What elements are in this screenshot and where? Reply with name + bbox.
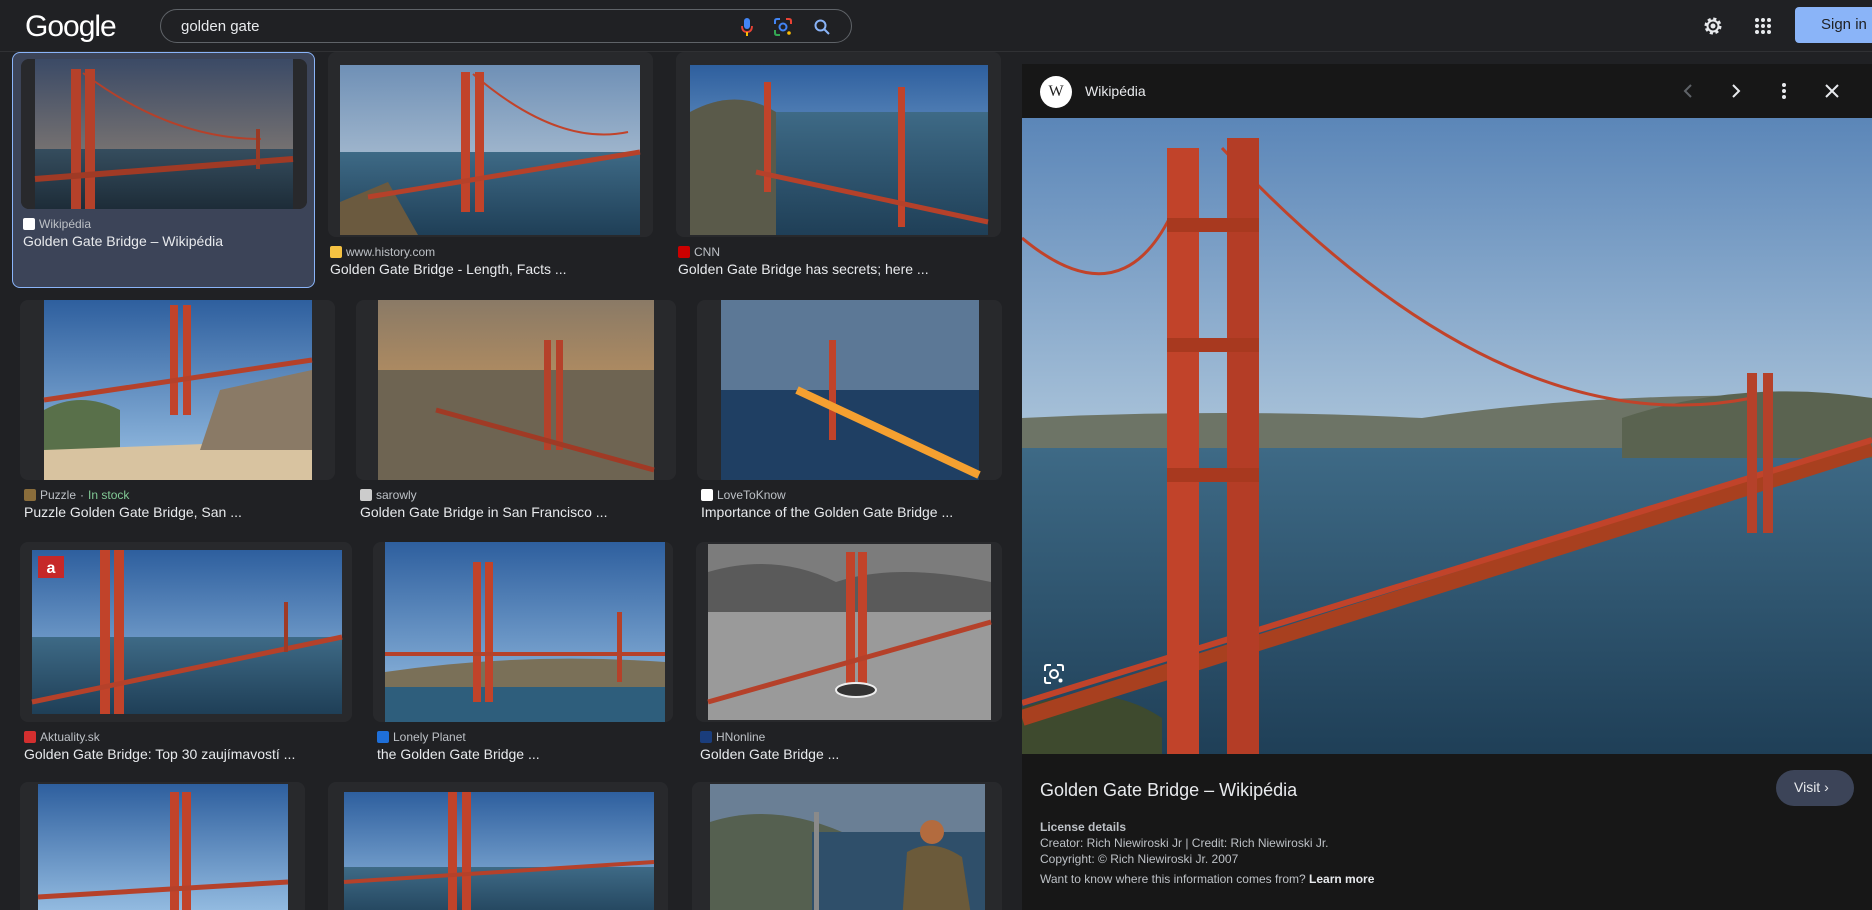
result-thumbnail[interactable]	[676, 52, 1001, 237]
result-source[interactable]: CNN	[678, 245, 720, 259]
preview-site-name[interactable]: Wikipédia	[1085, 83, 1146, 99]
google-lens-icon[interactable]	[772, 16, 794, 38]
stock-status: In stock	[88, 488, 130, 502]
license-heading: License details	[1040, 820, 1127, 834]
apps-grid-icon[interactable]	[1750, 13, 1776, 39]
result-source[interactable]: www.history.com	[330, 245, 435, 259]
preview-image[interactable]	[1022, 118, 1872, 754]
bridge-image	[356, 300, 676, 480]
result-thumbnail[interactable]	[20, 782, 305, 910]
search-input[interactable]: golden gate	[181, 18, 259, 35]
license-copyright: Copyright: © Rich Niewiroski Jr. 2007	[1040, 852, 1239, 866]
result-thumbnail[interactable]	[697, 300, 1002, 480]
result-title[interactable]: Puzzle Golden Gate Bridge, San ...	[24, 504, 242, 520]
bridge-image	[20, 300, 335, 480]
bridge-image	[697, 300, 1002, 480]
image-result-card[interactable]: Lonely Planet the Golden Gate Bridge ...	[373, 542, 673, 774]
result-source[interactable]: sarowly	[360, 488, 417, 502]
lovetoknow-favicon-icon	[701, 489, 713, 501]
result-thumbnail[interactable]: a	[20, 542, 352, 722]
image-results-grid: Wikipédia Golden Gate Bridge – Wikipédia…	[0, 52, 1010, 910]
chevron-right-icon: ›	[1824, 779, 1829, 795]
visit-button[interactable]: Visit ›	[1776, 770, 1854, 806]
result-thumbnail[interactable]	[696, 542, 1002, 722]
sign-in-button[interactable]: Sign in	[1795, 7, 1872, 43]
chevron-right-icon[interactable]	[1724, 79, 1748, 103]
sarowly-favicon-icon	[360, 489, 372, 501]
more-vert-icon[interactable]	[1772, 79, 1796, 103]
header: Google golden gate Sign in	[0, 0, 1872, 52]
result-thumbnail[interactable]	[328, 782, 668, 910]
result-title[interactable]: Importance of the Golden Gate Bridge ...	[701, 504, 953, 520]
result-source[interactable]: Wikipédia	[23, 217, 91, 231]
preview-title[interactable]: Golden Gate Bridge – Wikipédia	[1040, 780, 1297, 801]
preview-header: W Wikipédia	[1022, 64, 1872, 118]
result-title[interactable]: Golden Gate Bridge ...	[700, 746, 839, 762]
image-result-card[interactable]: CNN Golden Gate Bridge has secrets; here…	[676, 52, 1001, 288]
result-thumbnail[interactable]	[21, 59, 307, 209]
image-preview-panel: W Wikipédia Golden Gate Bridge – Wikipéd…	[1022, 64, 1872, 910]
lens-icon[interactable]	[1040, 660, 1068, 688]
image-result-card[interactable]: HNonline Golden Gate Bridge ...	[696, 542, 1002, 774]
hnonline-favicon-icon	[700, 731, 712, 743]
image-result-card[interactable]	[692, 782, 1002, 910]
image-result-card[interactable]: Puzzle · In stock Puzzle Golden Gate Bridg…	[20, 300, 335, 532]
bridge-image	[328, 782, 668, 910]
image-result-card[interactable]: www.history.com Golden Gate Bridge - Len…	[328, 52, 653, 288]
cnn-favicon-icon	[678, 246, 690, 258]
image-result-card[interactable]: Wikipédia Golden Gate Bridge – Wikipédia	[12, 52, 315, 288]
license-creator: Creator: Rich Niewiroski Jr | Credit: Ri…	[1040, 836, 1329, 850]
bridge-image: a	[20, 542, 352, 722]
bridge-image	[1022, 118, 1872, 754]
wikipedia-logo-icon: W	[1040, 76, 1072, 108]
result-source[interactable]: Lonely Planet	[377, 730, 466, 744]
bridge-image	[373, 542, 673, 722]
bridge-image	[21, 59, 307, 209]
result-title[interactable]: Golden Gate Bridge in San Francisco ...	[360, 504, 607, 520]
license-info: Want to know where this information come…	[1040, 872, 1375, 886]
learn-more-link[interactable]: Learn more	[1309, 872, 1374, 886]
result-thumbnail[interactable]	[328, 52, 653, 237]
search-box[interactable]: golden gate	[160, 9, 852, 43]
result-source[interactable]: Aktuality.sk	[24, 730, 100, 744]
result-title[interactable]: Golden Gate Bridge - Length, Facts ...	[330, 261, 567, 277]
bridge-image	[20, 782, 305, 910]
chevron-left-icon[interactable]	[1676, 79, 1700, 103]
wikipedia-favicon-icon	[23, 218, 35, 230]
result-title[interactable]: Golden Gate Bridge has secrets; here ...	[678, 261, 929, 277]
result-thumbnail[interactable]	[373, 542, 673, 722]
settings-gear-icon[interactable]	[1700, 13, 1726, 39]
image-result-card[interactable]	[20, 782, 305, 910]
result-title[interactable]: Golden Gate Bridge – Wikipédia	[23, 233, 223, 249]
close-icon[interactable]	[1820, 79, 1844, 103]
svg-text:a: a	[47, 560, 56, 577]
bridge-image	[676, 52, 1001, 237]
image-result-card[interactable]: a Aktuality.sk Golden Gate Bridge: Top 3…	[20, 542, 352, 774]
result-title[interactable]: the Golden Gate Bridge ...	[377, 746, 540, 762]
image-result-card[interactable]	[328, 782, 668, 910]
search-icon[interactable]	[811, 16, 833, 38]
image-result-card[interactable]: sarowly Golden Gate Bridge in San Franci…	[356, 300, 676, 532]
bridge-image	[328, 52, 653, 237]
mic-icon[interactable]	[736, 16, 758, 38]
result-title[interactable]: Golden Gate Bridge: Top 30 zaujímavostí …	[24, 746, 295, 762]
lonely-planet-favicon-icon	[377, 731, 389, 743]
bridge-image	[696, 542, 1002, 722]
result-thumbnail[interactable]	[356, 300, 676, 480]
puzzle-favicon-icon	[24, 489, 36, 501]
result-thumbnail[interactable]	[20, 300, 335, 480]
google-logo[interactable]: Google	[25, 10, 117, 44]
history-favicon-icon	[330, 246, 342, 258]
image-result-card[interactable]: LoveToKnow Importance of the Golden Gate…	[697, 300, 1002, 532]
result-thumbnail[interactable]	[692, 782, 1002, 910]
result-source[interactable]: HNonline	[700, 730, 765, 744]
aktuality-favicon-icon	[24, 731, 36, 743]
result-source[interactable]: Puzzle · In stock	[24, 488, 129, 502]
result-source[interactable]: LoveToKnow	[701, 488, 786, 502]
bridge-image	[692, 782, 1002, 910]
